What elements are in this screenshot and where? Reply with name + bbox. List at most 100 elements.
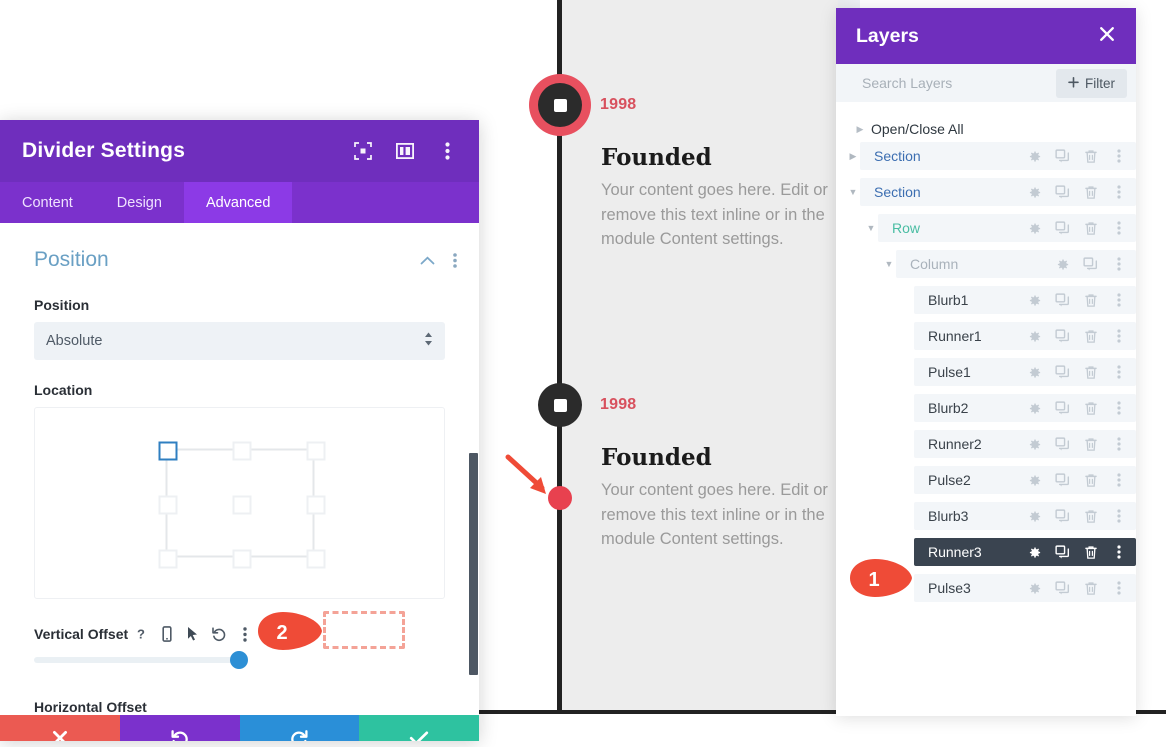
expand-icon[interactable] [353, 141, 373, 161]
settings-scrollbar[interactable] [469, 453, 478, 675]
duplicate-icon[interactable] [1055, 184, 1070, 200]
search-input[interactable] [862, 75, 1056, 91]
twisty-icon[interactable]: ▼ [846, 187, 860, 197]
location-cell-top-center[interactable] [232, 441, 251, 461]
filter-button[interactable]: Filter [1056, 68, 1127, 98]
trash-icon[interactable] [1083, 581, 1098, 596]
layer-row-pill[interactable]: Blurb3 [914, 502, 1136, 530]
duplicate-icon[interactable] [1055, 400, 1070, 416]
timeline-marker-2[interactable] [538, 383, 582, 427]
gear-icon[interactable] [1027, 473, 1042, 488]
location-cell-bottom-left[interactable] [158, 549, 177, 569]
duplicate-icon[interactable] [1083, 256, 1098, 272]
trash-icon[interactable] [1083, 365, 1098, 380]
more-icon[interactable] [1111, 509, 1126, 524]
gear-icon[interactable] [1027, 365, 1042, 380]
layer-row-pulse2[interactable]: Pulse2 [836, 466, 1136, 494]
layer-row-pill[interactable]: Runner1 [914, 322, 1136, 350]
close-icon[interactable] [1098, 25, 1116, 47]
vertical-offset-slider[interactable] [34, 651, 248, 669]
position-section-header[interactable]: Position [0, 245, 479, 275]
layer-row-runner1[interactable]: Runner1 [836, 322, 1136, 350]
help-icon[interactable]: ? [128, 621, 154, 647]
layer-row-row[interactable]: ▼ Row [836, 214, 1136, 242]
open-close-all-toggle[interactable]: ▶ Open/Close All [836, 116, 1136, 142]
layer-row-blurb1[interactable]: Blurb1 [836, 286, 1136, 314]
undo-button[interactable] [119, 715, 240, 741]
trash-icon[interactable] [1083, 473, 1098, 488]
trash-icon[interactable] [1083, 437, 1098, 452]
duplicate-icon[interactable] [1055, 220, 1070, 236]
layer-row-blurb2[interactable]: Blurb2 [836, 394, 1136, 422]
layer-row-pill[interactable]: Column [896, 250, 1136, 278]
duplicate-icon[interactable] [1055, 544, 1070, 560]
layer-row-pill[interactable]: Pulse3 [914, 574, 1136, 602]
layer-row-pill[interactable]: Section [860, 178, 1136, 206]
more-icon[interactable] [1111, 437, 1126, 452]
position-select[interactable]: Absolute [34, 322, 445, 360]
gear-icon[interactable] [1027, 185, 1042, 200]
duplicate-icon[interactable] [1055, 148, 1070, 164]
more-icon[interactable] [1111, 257, 1126, 272]
gear-icon[interactable] [1027, 149, 1042, 164]
layer-row-pill[interactable]: Runner3 [914, 538, 1136, 566]
location-cell-top-right[interactable] [306, 441, 325, 461]
layer-row-pill[interactable]: Pulse1 [914, 358, 1136, 386]
gear-icon[interactable] [1027, 329, 1042, 344]
more-icon[interactable] [1111, 149, 1126, 164]
layer-row-pill[interactable]: Blurb1 [914, 286, 1136, 314]
trash-icon[interactable] [1083, 185, 1098, 200]
trash-icon[interactable] [1083, 221, 1098, 236]
reset-icon[interactable] [206, 621, 232, 647]
duplicate-icon[interactable] [1055, 472, 1070, 488]
layer-row-column[interactable]: ▼ Column [836, 250, 1136, 278]
more-icon[interactable] [1111, 473, 1126, 488]
location-cell-bottom-center[interactable] [232, 549, 251, 569]
tab-design[interactable]: Design [95, 182, 184, 223]
duplicate-icon[interactable] [1055, 508, 1070, 524]
gear-icon[interactable] [1027, 437, 1042, 452]
twisty-icon[interactable]: ▼ [882, 259, 896, 269]
layer-row-pill[interactable]: Pulse2 [914, 466, 1136, 494]
cancel-button[interactable] [0, 715, 120, 741]
layer-row-pill[interactable]: Runner2 [914, 430, 1136, 458]
layer-row-section[interactable]: ▼ Section [836, 178, 1136, 206]
layer-row-blurb3[interactable]: Blurb3 [836, 502, 1136, 530]
location-cell-middle-right[interactable] [306, 495, 325, 515]
trash-icon[interactable] [1083, 329, 1098, 344]
more-icon[interactable] [1111, 329, 1126, 344]
location-picker[interactable] [34, 407, 445, 599]
tab-content[interactable]: Content [0, 182, 95, 223]
more-icon[interactable] [1111, 221, 1126, 236]
gear-icon[interactable] [1027, 221, 1042, 236]
mobile-icon[interactable] [154, 621, 180, 647]
layer-row-pill[interactable]: Section [860, 142, 1136, 170]
gear-icon[interactable] [1027, 509, 1042, 524]
chevron-up-icon[interactable] [420, 255, 435, 265]
gear-icon[interactable] [1055, 257, 1070, 272]
more-icon[interactable] [1111, 293, 1126, 308]
more-icon[interactable] [1111, 545, 1126, 560]
location-cell-top-left[interactable] [158, 441, 177, 461]
duplicate-icon[interactable] [1055, 580, 1070, 596]
more-icon[interactable] [1111, 185, 1126, 200]
gear-icon[interactable] [1027, 581, 1042, 596]
location-cell-center[interactable] [232, 495, 251, 515]
more-icon[interactable] [1111, 365, 1126, 380]
cursor-icon[interactable] [180, 621, 206, 647]
gear-icon[interactable] [1027, 293, 1042, 308]
save-button[interactable] [359, 715, 479, 741]
duplicate-icon[interactable] [1055, 364, 1070, 380]
trash-icon[interactable] [1083, 149, 1098, 164]
trash-icon[interactable] [1083, 545, 1098, 560]
trash-icon[interactable] [1083, 293, 1098, 308]
timeline-marker-1[interactable] [529, 74, 591, 136]
trash-icon[interactable] [1083, 401, 1098, 416]
gear-icon[interactable] [1027, 545, 1042, 560]
vertical-offset-slider-handle[interactable] [230, 651, 248, 669]
more-icon[interactable] [1111, 581, 1126, 596]
layer-row-runner2[interactable]: Runner2 [836, 430, 1136, 458]
duplicate-icon[interactable] [1055, 436, 1070, 452]
duplicate-icon[interactable] [1055, 292, 1070, 308]
duplicate-icon[interactable] [1055, 328, 1070, 344]
